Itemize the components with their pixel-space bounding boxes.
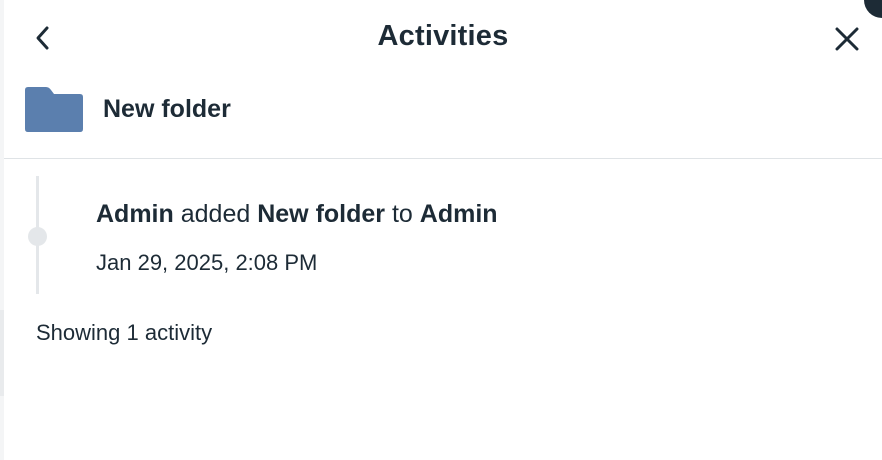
activity-description: Admin added New folder to Admin xyxy=(96,200,498,229)
close-icon xyxy=(835,27,859,51)
activity-target: Admin xyxy=(419,200,498,228)
activity-object: New folder xyxy=(257,200,386,228)
activity-actor: Admin xyxy=(96,200,174,228)
activities-panel: Activities New folder Admin added New fo… xyxy=(4,0,882,460)
activity-verb: added xyxy=(180,200,251,228)
close-button[interactable] xyxy=(832,24,862,54)
item-summary: New folder xyxy=(22,84,231,134)
folder-icon xyxy=(25,87,83,132)
panel-title: Activities xyxy=(377,20,509,52)
activity-count: Showing 1 activity xyxy=(36,320,213,345)
activity-preposition: to xyxy=(391,200,413,228)
divider xyxy=(4,158,882,159)
item-name: New folder xyxy=(103,94,231,123)
activity-timestamp: Jan 29, 2025, 2:08 PM xyxy=(96,250,318,275)
timeline-dot xyxy=(28,227,47,246)
panel-header: Activities xyxy=(4,0,882,78)
activity-timeline: Admin added New folder to Admin Jan 29, … xyxy=(4,176,882,296)
